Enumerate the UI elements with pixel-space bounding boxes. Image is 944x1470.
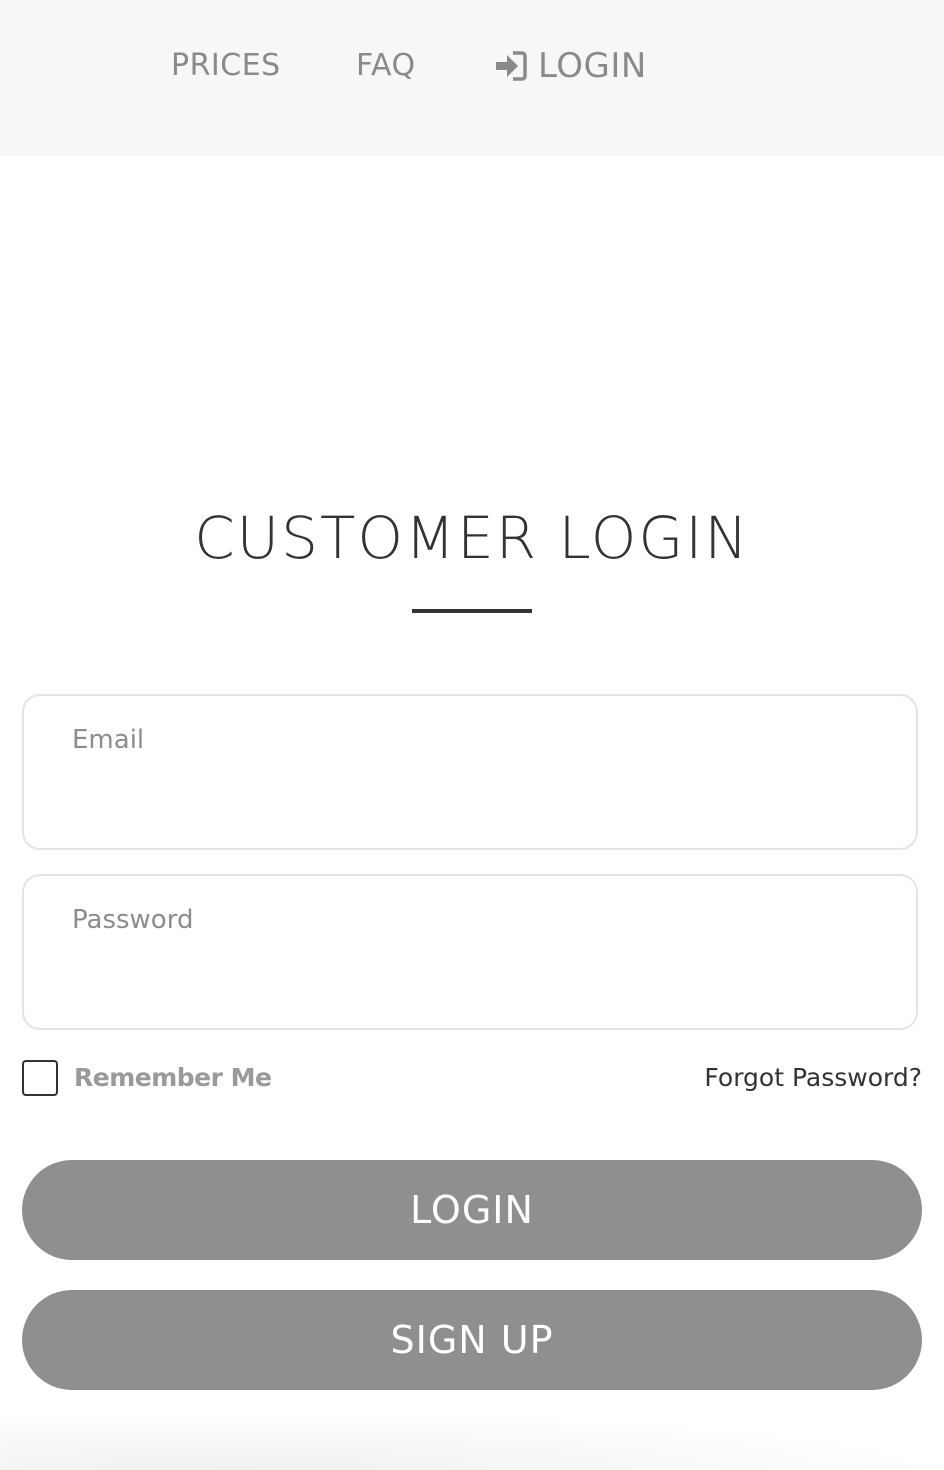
title-underline <box>412 609 532 613</box>
top-navigation-bar: PRICES FAQ LOGIN <box>0 0 944 156</box>
page-title: CUSTOMER LOGIN <box>194 504 750 572</box>
nav-link-faq[interactable]: FAQ <box>356 44 416 88</box>
forgot-password-link[interactable]: Forgot Password? <box>704 1060 922 1096</box>
email-input[interactable] <box>72 720 872 760</box>
password-field-container <box>22 874 918 1030</box>
password-input[interactable] <box>72 900 872 940</box>
email-field-container <box>22 694 918 850</box>
bottom-shadow <box>0 1410 944 1470</box>
login-button[interactable]: LOGIN <box>22 1160 922 1260</box>
remember-me-label[interactable]: Remember Me <box>74 1060 272 1096</box>
sign-in-icon <box>494 49 528 83</box>
remember-me-checkbox[interactable] <box>22 1060 58 1096</box>
nav-login-label: LOGIN <box>538 46 647 86</box>
nav-link-prices[interactable]: PRICES <box>171 44 281 88</box>
nav-link-login[interactable]: LOGIN <box>494 44 647 88</box>
sign-up-button[interactable]: SIGN UP <box>22 1290 922 1390</box>
login-page: PRICES FAQ LOGIN CUSTOMER LOGIN Remember… <box>0 0 944 1470</box>
